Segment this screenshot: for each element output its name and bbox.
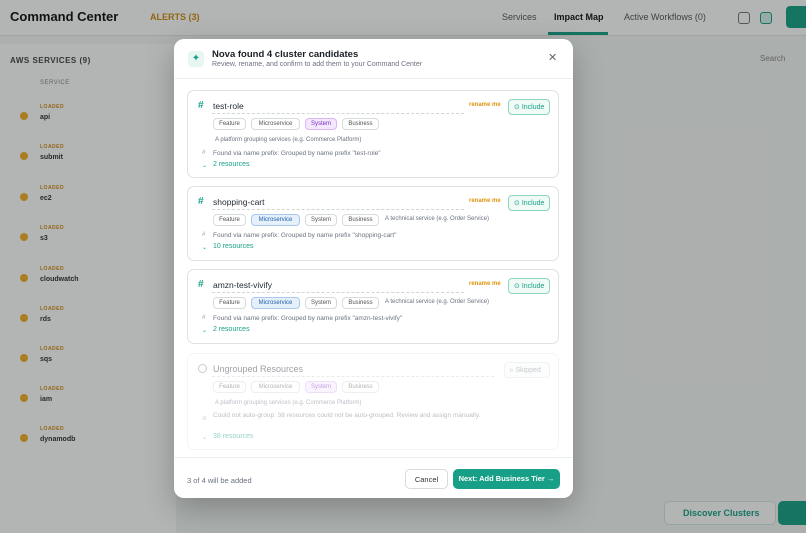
include-toggle[interactable]: ⊙ Include (508, 278, 550, 294)
tier-chip-business[interactable]: Business (342, 214, 379, 226)
tier-description: A platform grouping services (e.g. Comme… (215, 137, 362, 143)
check-circle-icon: ⊙ (514, 283, 520, 290)
warning-icon: ⊘ (202, 416, 208, 422)
hash-icon: # (198, 100, 204, 111)
could-not-group-text: Could not auto-group: 38 resources could… (213, 412, 481, 419)
include-label: Include (521, 104, 545, 111)
tier-chip-feature[interactable]: Feature (213, 214, 246, 226)
check-circle-icon: ⊙ (514, 200, 520, 207)
dialog-body: # test-role rename me ⊙ Include Feature … (174, 80, 573, 450)
include-toggle[interactable]: ⊙ Include (508, 195, 550, 211)
hash-icon: # (198, 196, 204, 207)
tier-chip-system[interactable]: System (305, 118, 337, 130)
dialog-title: Nova found 4 cluster candidates (212, 49, 359, 60)
hash-icon: # (202, 315, 206, 321)
resources-toggle[interactable]: 38 resources (213, 433, 253, 440)
tier-chip-system[interactable]: System (305, 381, 337, 393)
close-icon[interactable]: ✕ (548, 52, 557, 64)
chevron-down-icon[interactable]: ⌄ (202, 434, 207, 441)
play-icon: ▹ (510, 367, 514, 374)
dialog-subtitle: Review, rename, and confirm to add them … (212, 61, 423, 68)
candidate-name-input[interactable]: Ungrouped Resources (213, 364, 303, 374)
cancel-button[interactable]: Cancel (405, 469, 448, 489)
candidate-card: # test-role rename me ⊙ Include Feature … (187, 90, 559, 178)
tier-chip-system[interactable]: System (305, 214, 337, 226)
skipped-toggle[interactable]: ▹ Skipped (504, 362, 550, 378)
dialog-footer: 3 of 4 will be added Cancel Next: Add Bu… (174, 457, 573, 498)
include-toggle[interactable]: ⊙ Include (508, 99, 550, 115)
tier-chip-business[interactable]: Business (342, 118, 379, 130)
skipped-label: Skipped (515, 367, 541, 374)
tier-chip-microservice[interactable]: Microservice (251, 381, 300, 393)
tier-chip-business[interactable]: Business (342, 297, 379, 309)
tier-description: A technical service (e.g. Order Service) (385, 299, 490, 305)
found-via-text: Found via name prefix: Grouped by name p… (213, 315, 403, 322)
rename-hint: rename me (469, 198, 501, 204)
clock-icon (198, 364, 207, 373)
sparkle-icon: ✦ (188, 51, 204, 67)
resources-toggle[interactable]: 2 resources (213, 326, 250, 333)
dialog-header: ✦ Nova found 4 cluster candidates Review… (174, 39, 573, 79)
tier-chip-microservice[interactable]: Microservice (251, 297, 300, 309)
tier-description: A technical service (e.g. Order Service) (385, 216, 490, 222)
hash-icon: # (198, 279, 204, 290)
candidate-card: # shopping-cart rename me ⊙ Include Feat… (187, 186, 559, 261)
found-via-text: Found via name prefix: Grouped by name p… (213, 150, 381, 157)
resources-toggle[interactable]: 2 resources (213, 161, 250, 168)
tier-chip-business[interactable]: Business (342, 381, 379, 393)
hash-icon: # (202, 232, 206, 238)
tier-chip-feature[interactable]: Feature (213, 297, 246, 309)
cluster-candidates-dialog: ✦ Nova found 4 cluster candidates Review… (174, 39, 573, 498)
chevron-down-icon[interactable]: ⌄ (202, 327, 207, 334)
name-underline (212, 292, 464, 293)
tier-chip-microservice[interactable]: Microservice (251, 118, 300, 130)
name-underline (212, 113, 464, 114)
chevron-down-icon[interactable]: ⌄ (202, 244, 207, 251)
check-circle-icon: ⊙ (514, 104, 520, 111)
rename-hint: rename me (469, 102, 501, 108)
hash-icon: # (202, 150, 206, 156)
candidate-name-input[interactable]: test-role (213, 101, 244, 111)
next-button[interactable]: Next: Add Business Tier → (453, 469, 560, 489)
selection-count: 3 of 4 will be added (187, 476, 252, 485)
name-underline (212, 376, 494, 377)
candidate-name-input[interactable]: amzn-test-vivify (213, 280, 272, 290)
chevron-down-icon[interactable]: ⌄ (202, 162, 207, 169)
found-via-text: Found via name prefix: Grouped by name p… (213, 232, 397, 239)
candidate-card-skipped: Ungrouped Resources ▹ Skipped Feature Mi… (187, 353, 559, 450)
name-underline (212, 209, 464, 210)
candidate-name-input[interactable]: shopping-cart (213, 197, 265, 207)
tier-chip-system[interactable]: System (305, 297, 337, 309)
resources-toggle[interactable]: 10 resources (213, 243, 253, 250)
include-label: Include (521, 283, 545, 290)
tier-chip-feature[interactable]: Feature (213, 381, 246, 393)
candidate-card: # amzn-test-vivify rename me ⊙ Include F… (187, 269, 559, 344)
tier-chip-feature[interactable]: Feature (213, 118, 246, 130)
tier-chip-microservice[interactable]: Microservice (251, 214, 300, 226)
rename-hint: rename me (469, 281, 501, 287)
tier-description: A platform grouping services (e.g. Comme… (215, 400, 362, 406)
include-label: Include (521, 200, 545, 207)
